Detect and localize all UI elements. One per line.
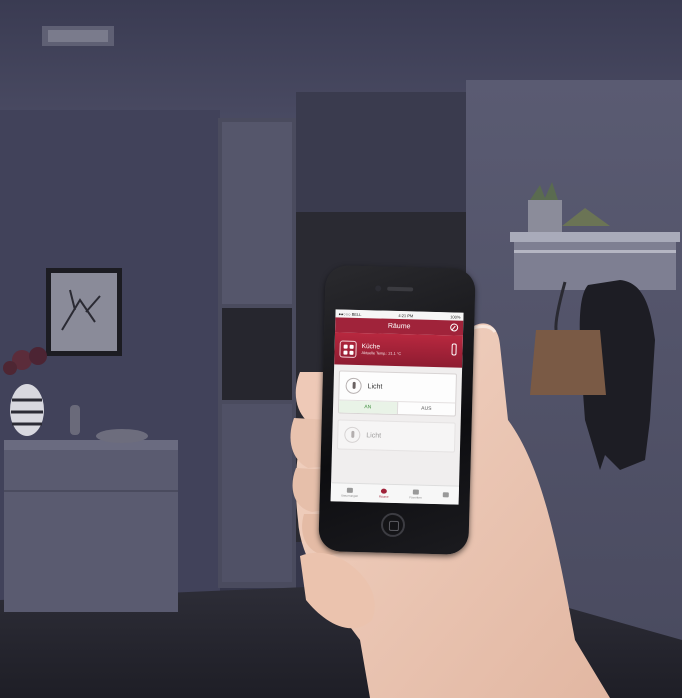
- lightbulb-icon: [345, 377, 362, 395]
- house-icon: [412, 489, 419, 495]
- handbag: [530, 330, 606, 395]
- home-button[interactable]: [380, 512, 406, 538]
- tab-label: Steuerungen: [341, 493, 359, 499]
- sliders-icon: [346, 487, 353, 493]
- on-off-toggle: AN AUS: [338, 399, 456, 416]
- rooms-icon: [380, 488, 387, 494]
- plant-pot: [528, 200, 562, 232]
- device-card-light-2[interactable]: Licht: [336, 419, 456, 453]
- sideboard: [4, 440, 178, 612]
- wall-shelf: [510, 232, 680, 242]
- lightbulb-icon: [344, 426, 361, 444]
- tab-rooms[interactable]: Räume: [378, 488, 389, 499]
- thermometer-icon: [451, 343, 457, 356]
- room-temperature: Aktuelle Temp.: 21.1 °C: [361, 351, 402, 357]
- nav-title: Räume: [387, 322, 411, 331]
- smartphone: ●●○○○ BELL 4:21 PM 100% Räume Küche Aktu…: [318, 265, 476, 555]
- device-label: Licht: [366, 431, 382, 440]
- room-header[interactable]: Küche Aktuelle Temp.: 21.1 °C: [334, 332, 463, 368]
- tab-controls[interactable]: Steuerungen: [341, 487, 359, 499]
- carrier-label: ●●○○○ BELL: [338, 310, 362, 317]
- bowl: [96, 429, 148, 443]
- room-grid-icon: [339, 339, 357, 358]
- tab-label: Räume: [378, 494, 389, 499]
- tab-menu[interactable]: [442, 492, 449, 498]
- earpiece-speaker: [387, 286, 414, 292]
- front-camera: [375, 285, 382, 292]
- tab-bar: Steuerungen Räume Favoriten: [330, 482, 460, 505]
- on-button[interactable]: AN: [338, 400, 398, 415]
- clock-label: 4:21 PM: [398, 312, 414, 318]
- phone-screen: ●●○○○ BELL 4:21 PM 100% Räume Küche Aktu…: [330, 309, 464, 505]
- cabinet-niche: [222, 308, 292, 400]
- off-button[interactable]: AUS: [397, 402, 455, 416]
- vase: [10, 384, 44, 436]
- room-name: Küche: [361, 343, 381, 351]
- tab-favorites[interactable]: Favoriten: [409, 489, 422, 500]
- edit-icon[interactable]: [450, 323, 459, 332]
- scene: ●●○○○ BELL 4:21 PM 100% Räume Küche Aktu…: [0, 0, 682, 698]
- tab-label: Favoriten: [409, 495, 422, 500]
- device-card-light: Licht AN AUS: [337, 370, 457, 417]
- battery-label: 100%: [450, 313, 461, 320]
- menu-icon: [442, 492, 449, 498]
- device-label: Licht: [367, 382, 383, 391]
